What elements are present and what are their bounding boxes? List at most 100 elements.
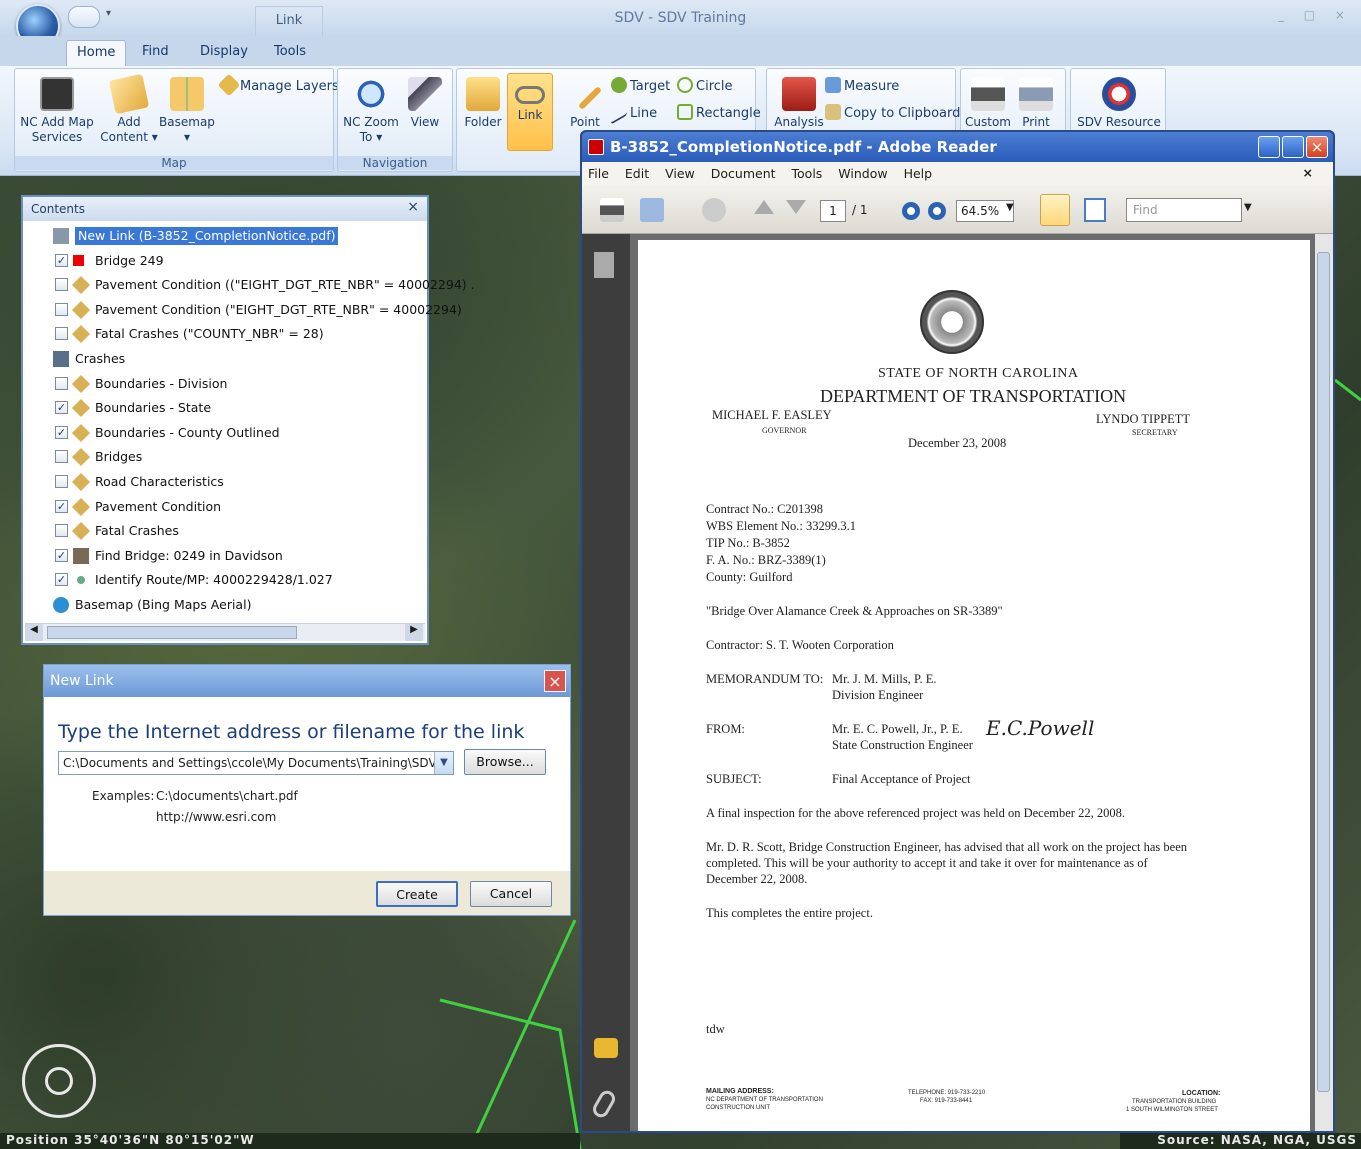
layer-checkbox[interactable]: ✓ [55,499,68,513]
layer-row[interactable]: ✓ Boundaries - County Outlined [23,422,423,444]
layer-row[interactable]: Basemap (Bing Maps Aerial) [23,594,423,616]
create-button[interactable]: Create [376,881,458,907]
fit-page-icon[interactable] [1084,198,1106,222]
layer-label: Boundaries - Division [95,375,228,391]
layer-row[interactable]: ✓ Pavement Condition [23,496,423,518]
layer-checkbox[interactable] [55,450,68,464]
zoom-in-icon[interactable] [928,202,946,220]
paperclip-icon[interactable] [590,1087,618,1121]
layer-checkbox[interactable] [55,327,68,341]
layer-row[interactable]: ✓ Bridge 249 [23,250,423,272]
cancel-button[interactable]: Cancel [470,881,552,907]
fit-width-icon[interactable] [1040,194,1070,226]
navigation-pane [582,234,630,1131]
layer-checkbox[interactable]: ✓ [55,548,68,562]
close-icon[interactable]: × [544,670,566,692]
layer-row[interactable]: ✓ Find Bridge: 0249 in Davidson [23,545,423,567]
previous-page-icon[interactable] [754,200,774,214]
layer-checkbox[interactable]: ✓ [55,425,68,439]
scroll-right-icon[interactable]: ▶ [405,624,423,641]
reader-menu-bar: File Edit View Document Tools Window Hel… [582,162,1333,186]
menu-edit[interactable]: Edit [625,166,649,181]
paragraph-2c: December 22, 2008. [706,872,808,886]
compass-icon[interactable] [45,1067,73,1095]
mailing-line-2: CONSTRUCTION UNIT [706,1105,770,1111]
layer-row[interactable]: Boundaries - Division [23,373,423,395]
layer-checkbox[interactable] [55,524,68,538]
attach-icon[interactable] [702,198,726,222]
contents-title: Contents [31,202,85,216]
browse-button[interactable]: Browse... [464,749,546,775]
minimize-icon[interactable] [1258,136,1280,158]
zoom-out-icon[interactable] [902,202,920,220]
layer-icon [71,374,91,393]
layer-label: Crashes [75,351,126,366]
layer-row[interactable]: Road Characteristics [23,471,423,493]
comments-icon[interactable] [594,1038,618,1058]
layer-label: Bridges [95,449,143,465]
reader-toolbar: 1 / 1 64.5% ▼ Find ▼ [582,186,1333,234]
governor-title: GOVERNOR [762,426,807,435]
layer-checkbox[interactable] [55,278,68,292]
next-page-icon[interactable] [786,200,806,214]
page-number-input[interactable]: 1 [820,200,846,222]
layer-checkbox[interactable]: ✓ [55,573,68,587]
find-input[interactable]: Find [1126,198,1242,222]
print-icon[interactable] [600,198,624,222]
find-dropdown-icon[interactable]: ▼ [1244,202,1252,213]
telephone: TELEPHONE: 919-733-2210 [908,1090,986,1096]
layer-checkbox[interactable] [55,475,68,488]
close-icon[interactable]: × [407,199,419,215]
paragraph-2a: Mr. D. R. Scott, Bridge Construction Eng… [706,840,1187,854]
contents-header: Contents × [23,197,427,221]
maximize-icon[interactable] [1282,136,1304,158]
paragraph-1: A final inspection for the above referen… [706,806,1125,820]
chevron-down-icon[interactable]: ▼ [434,752,453,774]
layer-row[interactable]: ✓ Identify Route/MP: 4000229428/1.027 [23,569,423,591]
layer-checkbox[interactable]: ✓ [55,401,68,415]
menu-help[interactable]: Help [904,166,933,181]
reader-title-bar: B-3852_CompletionNotice.pdf - Adobe Read… [582,132,1333,162]
layer-checkbox[interactable] [55,302,68,316]
layer-label: Bridge 249 [95,252,164,268]
location-label: LOCATION: [1182,1090,1221,1097]
layer-row[interactable]: New Link (B-3852_CompletionNotice.pdf) [23,225,423,247]
layer-checkbox[interactable]: ✓ [55,253,68,267]
layer-row[interactable]: Pavement Condition ("EIGHT_DGT_RTE_NBR" … [23,299,462,321]
menu-file[interactable]: File [588,166,609,181]
layer-row[interactable]: Fatal Crashes [23,520,423,542]
horizontal-scrollbar[interactable]: ◀ ▶ [25,623,425,641]
menu-window[interactable]: Window [838,166,887,181]
vertical-scrollbar[interactable] [1315,234,1333,1131]
map-navigation-control[interactable] [22,1044,96,1118]
layer-row[interactable]: Fatal Crashes ("COUNTY_NBR" = 28) [23,323,423,345]
globe-icon [53,597,69,613]
dot-icon [77,576,85,585]
menu-document[interactable]: Document [711,166,776,181]
layer-icon [71,399,91,418]
layer-row[interactable]: Crashes [23,348,423,370]
layer-row[interactable]: Bridges [23,446,423,468]
nc-seal-icon [920,290,984,354]
bridge-icon [73,547,89,564]
layer-icon [71,276,91,295]
menu-view[interactable]: View [665,166,695,181]
layer-row[interactable]: Pavement Condition (("EIGHT_DGT_RTE_NBR"… [23,274,475,296]
example-path: C:\documents\chart.pdf [156,789,298,803]
contract-number: Contract No.: C201398 [706,502,824,516]
layer-label: Pavement Condition ("EIGHT_DGT_RTE_NBR" … [95,301,462,317]
examples-label: Examples: [92,789,155,803]
layer-row[interactable]: ✓ Boundaries - State [23,397,423,419]
menu-tools[interactable]: Tools [792,166,823,181]
scroll-thumb[interactable] [1317,252,1330,1092]
layer-checkbox[interactable] [55,376,68,390]
close-icon[interactable]: × [1306,136,1328,158]
share-icon[interactable] [640,198,664,222]
pages-icon[interactable] [594,252,614,278]
close-document-icon[interactable]: × [1303,165,1313,180]
scroll-left-icon[interactable]: ◀ [25,624,43,641]
scroll-thumb[interactable] [47,626,297,639]
chevron-down-icon[interactable]: ▼ [1006,202,1014,213]
link-address-input[interactable]: C:\Documents and Settings\ccole\My Docum… [58,751,454,775]
dialog-title: New Link [50,673,114,689]
